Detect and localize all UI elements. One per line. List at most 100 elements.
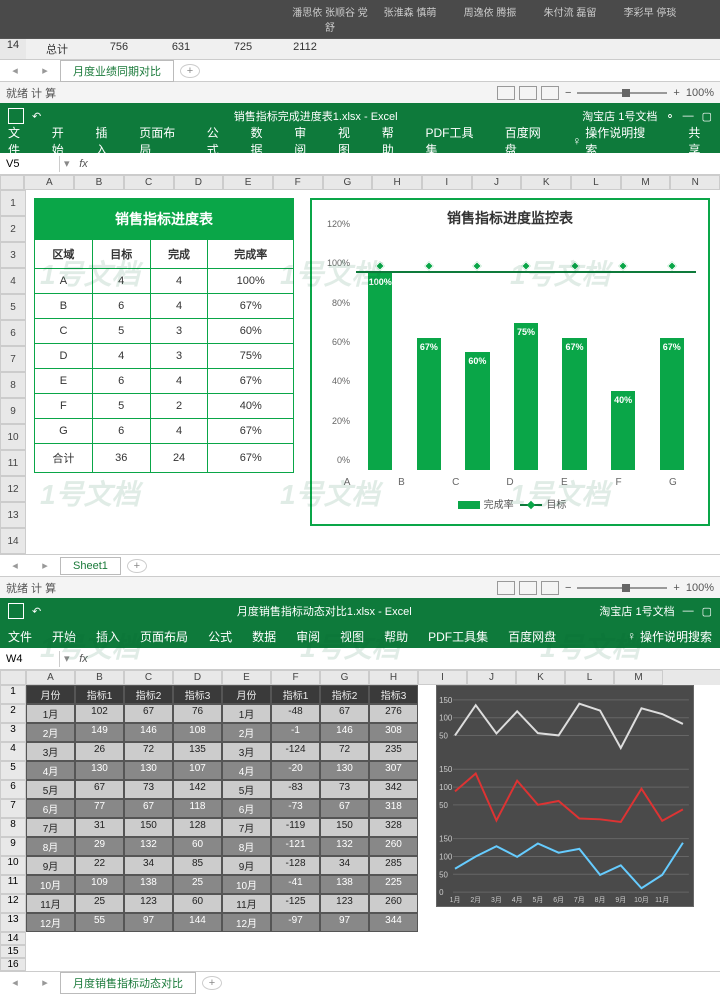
tab-data[interactable]: 数据 — [250, 124, 274, 158]
table-cell[interactable]: 3 — [150, 319, 208, 344]
data-cell[interactable]: 85 — [173, 856, 222, 875]
data-cell[interactable]: 72 — [124, 742, 173, 761]
data-cell[interactable]: -83 — [271, 780, 320, 799]
normal-view-button[interactable] — [497, 581, 515, 595]
row-header[interactable]: 9 — [0, 398, 26, 424]
tab-help[interactable]: 帮助 — [382, 124, 406, 158]
data-cell[interactable]: 97 — [124, 913, 173, 932]
tab-nav-arrows[interactable]: ◂▸ — [0, 976, 60, 989]
data-cell[interactable]: 150 — [320, 818, 369, 837]
data-cell[interactable]: 34 — [320, 856, 369, 875]
data-cell[interactable]: 6月 — [222, 799, 271, 818]
data-cell[interactable]: 318 — [369, 799, 418, 818]
data-cell[interactable]: 9月 — [26, 856, 75, 875]
data-header[interactable]: 指标2 — [124, 685, 173, 704]
page-layout-button[interactable] — [519, 86, 537, 100]
data-cell[interactable]: -121 — [271, 837, 320, 856]
data-cell[interactable]: 328 — [369, 818, 418, 837]
col-header[interactable]: F — [271, 670, 320, 685]
row-header[interactable]: 11 — [0, 450, 26, 476]
data-cell[interactable]: 276 — [369, 704, 418, 723]
page-break-button[interactable] — [541, 86, 559, 100]
data-cell[interactable]: 285 — [369, 856, 418, 875]
data-cell[interactable]: 107 — [173, 761, 222, 780]
zoom-level[interactable]: 100% — [686, 87, 714, 99]
sheet-tab[interactable]: 月度销售指标动态对比 — [60, 972, 196, 994]
data-cell[interactable]: 67 — [124, 799, 173, 818]
data-cell[interactable]: 102 — [75, 704, 124, 723]
data-cell[interactable]: -20 — [271, 761, 320, 780]
data-cell[interactable]: 225 — [369, 875, 418, 894]
tab-home[interactable]: 开始 — [52, 628, 76, 645]
table-cell[interactable]: 4 — [92, 344, 150, 369]
data-cell[interactable]: 72 — [320, 742, 369, 761]
col-header[interactable]: A — [26, 670, 75, 685]
data-cell[interactable]: 344 — [369, 913, 418, 932]
table-cell[interactable]: 4 — [150, 269, 208, 294]
row-header[interactable]: 12 — [0, 476, 26, 502]
data-cell[interactable]: 128 — [173, 818, 222, 837]
table-cell[interactable]: 合计 — [35, 444, 93, 473]
col-header[interactable]: A — [24, 175, 74, 190]
data-cell[interactable]: 4月 — [26, 761, 75, 780]
window-opts-icon[interactable]: ⚬ — [665, 110, 674, 123]
data-cell[interactable]: 130 — [75, 761, 124, 780]
data-cell[interactable]: 97 — [320, 913, 369, 932]
maximize-button[interactable]: ▢ — [702, 605, 712, 618]
col-header[interactable]: N — [670, 175, 720, 190]
add-sheet-button[interactable]: + — [180, 64, 200, 78]
table-cell[interactable]: G — [35, 419, 93, 444]
row-header[interactable]: 5 — [0, 294, 26, 320]
tab-pdf[interactable]: PDF工具集 — [425, 124, 484, 158]
data-cell[interactable]: 11月 — [222, 894, 271, 913]
data-cell[interactable]: 10月 — [26, 875, 75, 894]
table-cell[interactable]: 40% — [208, 394, 294, 419]
data-cell[interactable]: 6月 — [26, 799, 75, 818]
data-cell[interactable]: 307 — [369, 761, 418, 780]
data-cell[interactable]: -119 — [271, 818, 320, 837]
data-cell[interactable]: 60 — [173, 837, 222, 856]
table-cell[interactable]: 2 — [150, 394, 208, 419]
zoom-level[interactable]: 100% — [686, 582, 714, 594]
data-cell[interactable]: 108 — [173, 723, 222, 742]
data-cell[interactable]: 138 — [320, 875, 369, 894]
col-header[interactable]: J — [467, 670, 516, 685]
col-header[interactable]: D — [173, 670, 222, 685]
col-header[interactable]: J — [472, 175, 522, 190]
data-cell[interactable]: -124 — [271, 742, 320, 761]
col-header[interactable]: D — [174, 175, 224, 190]
col-header[interactable]: G — [320, 670, 369, 685]
data-cell[interactable]: 25 — [75, 894, 124, 913]
data-cell[interactable]: 144 — [173, 913, 222, 932]
table-cell[interactable]: 67% — [208, 419, 294, 444]
tab-layout[interactable]: 页面布局 — [139, 124, 186, 158]
table-cell[interactable]: 6 — [92, 419, 150, 444]
table-cell[interactable]: B — [35, 294, 93, 319]
save-icon[interactable] — [8, 603, 24, 619]
col-header[interactable]: H — [372, 175, 422, 190]
data-cell[interactable]: 146 — [124, 723, 173, 742]
table-cell[interactable]: 24 — [150, 444, 208, 473]
table-cell[interactable]: F — [35, 394, 93, 419]
data-cell[interactable]: 34 — [124, 856, 173, 875]
data-cell[interactable]: 3月 — [26, 742, 75, 761]
data-cell[interactable]: 12月 — [26, 913, 75, 932]
data-cell[interactable]: 67 — [320, 799, 369, 818]
row-header[interactable]: 4 — [0, 268, 26, 294]
account-label[interactable]: 淘宝店 1号文档 — [582, 108, 657, 124]
minimize-button[interactable]: — — [683, 110, 694, 122]
tab-layout[interactable]: 页面布局 — [140, 628, 188, 645]
name-box[interactable]: V5 — [0, 156, 60, 172]
data-cell[interactable]: 76 — [173, 704, 222, 723]
data-header[interactable]: 指标1 — [271, 685, 320, 704]
data-header[interactable]: 指标1 — [75, 685, 124, 704]
data-cell[interactable]: 11月 — [26, 894, 75, 913]
row-header[interactable]: 3 — [0, 242, 26, 268]
col-header[interactable]: M — [614, 670, 663, 685]
data-header[interactable]: 月份 — [222, 685, 271, 704]
data-cell[interactable]: 5月 — [26, 780, 75, 799]
table-cell[interactable]: 60% — [208, 319, 294, 344]
data-cell[interactable]: 26 — [75, 742, 124, 761]
data-header[interactable]: 指标3 — [369, 685, 418, 704]
data-cell[interactable]: 1月 — [222, 704, 271, 723]
